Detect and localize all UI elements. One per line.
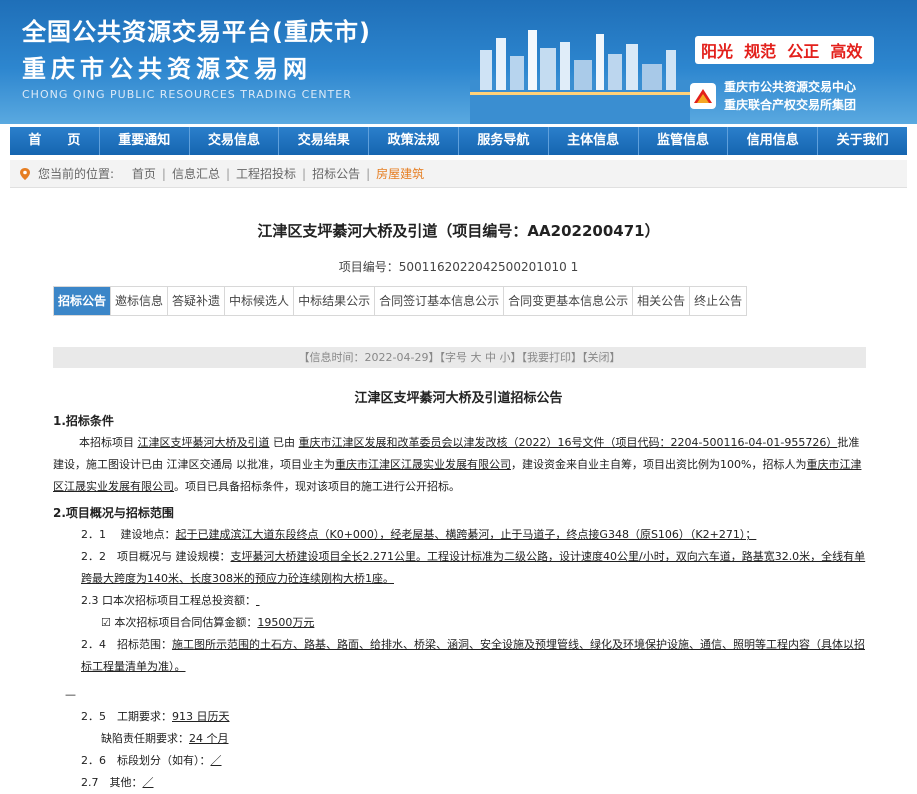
- text: ，建设资金来自业主自筹，项目出资比例为100%，招标人为: [511, 458, 807, 471]
- nav-services[interactable]: 服务导航: [459, 127, 549, 155]
- nav-home[interactable]: 首 页: [10, 127, 100, 155]
- approval-doc: 重庆市江津区发展和改革委员会以津发改核（2022）16号文件（项目代码：2204…: [298, 436, 838, 449]
- item-label: 2．6 标段划分（如有）：: [81, 754, 211, 767]
- breadcrumb-home[interactable]: 首页: [132, 167, 156, 181]
- tab-candidates[interactable]: 中标候选人: [225, 287, 295, 315]
- org-logo-icon: [690, 83, 716, 109]
- text: 本招标项目: [79, 436, 134, 449]
- info-bar: 【信息时间：2022-04-29】【字号 大 中 小】【我要打印】【关闭】: [53, 347, 866, 368]
- main-nav: 首 页 重要通知 交易信息 交易结果 政策法规 服务导航 主体信息 监管信息 信…: [10, 127, 907, 155]
- project-name: 江津区支坪綦河大桥及引道: [137, 436, 270, 449]
- article-title: 江津区支坪綦河大桥及引道（项目编号：AA202200471）: [257, 222, 660, 240]
- item-label: 2．2 项目概况与 建设规模：: [81, 550, 231, 563]
- tab-tender-notice[interactable]: 招标公告: [54, 287, 112, 315]
- nav-trade-results[interactable]: 交易结果: [279, 127, 370, 155]
- font-size-control[interactable]: 【字号 大 中 小】: [439, 351, 521, 364]
- breadcrumb-separator: |: [225, 167, 230, 181]
- breadcrumb-tender[interactable]: 招标公告: [312, 167, 360, 181]
- notice-title: 江津区支坪綦河大桥及引道招标公告: [354, 391, 563, 406]
- tab-termination[interactable]: 终止公告: [690, 287, 748, 315]
- notice-body: 1.招标条件 本招标项目 江津区支坪綦河大桥及引道 已由 重庆市江津区发展和改革…: [53, 410, 866, 794]
- item-label: 2.3 口本次招标项目工程总投资额：: [81, 594, 256, 607]
- defect-period: 24 个月: [189, 732, 229, 745]
- item-label: ☑ 本次招标项目合同估算金额：: [101, 616, 258, 629]
- breadcrumb-info[interactable]: 信息汇总: [172, 167, 220, 181]
- duration: 913 日历天: [172, 710, 230, 723]
- breadcrumb-separator: |: [161, 167, 166, 181]
- notice-tabs: 招标公告 邀标信息 答疑补遗 中标候选人 中标结果公示 合同签订基本信息公示 合…: [53, 286, 748, 316]
- print-link[interactable]: 【我要打印】: [521, 351, 582, 364]
- item-label: 2．1 建设地点：: [81, 528, 176, 541]
- tab-qa[interactable]: 答疑补遗: [168, 287, 226, 315]
- text: 已由: [273, 436, 295, 449]
- org-name: 重庆联合产权交易所集团: [724, 98, 857, 112]
- city-skyline-image: [470, 30, 690, 124]
- nav-supervision[interactable]: 监管信息: [639, 127, 729, 155]
- other: ／: [142, 776, 154, 789]
- construction-site: 起于已建成滨江大道东段终点（K0+000），经老屋基、横跨綦河，止于马道子，终点…: [175, 528, 757, 541]
- org-name: 重庆市公共资源交易中心: [724, 80, 857, 94]
- slogan-word: 高效: [830, 42, 863, 61]
- slogan-word: 阳光: [701, 42, 734, 61]
- site-header: 全国公共资源交易平台(重庆市) 重庆市公共资源交易网 CHONG QING PU…: [0, 0, 917, 124]
- section-heading: 2.项目概况与招标范围: [53, 506, 174, 520]
- nav-about[interactable]: 关于我们: [818, 127, 907, 155]
- breadcrumb-engineering[interactable]: 工程招投标: [236, 167, 296, 181]
- item-label: 2．4 招标范围：: [81, 638, 172, 651]
- dash-line: —: [65, 688, 76, 701]
- breadcrumb-current[interactable]: 房屋建筑: [376, 167, 424, 181]
- location-pin-icon: [20, 168, 30, 180]
- text: 。项目已具备招标条件，现对该项目的施工进行公开招标。: [174, 480, 460, 493]
- nav-policies[interactable]: 政策法规: [369, 127, 459, 155]
- nav-credit[interactable]: 信用信息: [728, 127, 819, 155]
- nav-entities[interactable]: 主体信息: [549, 127, 639, 155]
- breadcrumb-separator: |: [366, 167, 371, 181]
- project-code-label: 项目编号：: [338, 260, 399, 274]
- project-code: 项目编号：5001162022042500201010 1: [0, 258, 917, 275]
- section-heading: 1.招标条件: [53, 414, 114, 428]
- item-label: 2．5 工期要求：: [81, 710, 172, 723]
- breadcrumb-separator: |: [302, 167, 307, 181]
- slogan-word: 公正: [787, 42, 820, 61]
- tab-contract-signing[interactable]: 合同签订基本信息公示: [375, 287, 505, 315]
- lot-division: ／: [210, 754, 222, 767]
- tab-invitation[interactable]: 邀标信息: [111, 287, 169, 315]
- site-title: 重庆市公共资源交易网: [22, 55, 312, 83]
- tab-related[interactable]: 相关公告: [633, 287, 691, 315]
- info-time: 【信息时间：2022-04-29】: [298, 351, 440, 364]
- nav-notices[interactable]: 重要通知: [100, 127, 190, 155]
- close-link[interactable]: 【关闭】: [582, 351, 621, 364]
- site-title-english: CHONG QING PUBLIC RESOURCES TRADING CENT…: [22, 88, 352, 101]
- tab-award-result[interactable]: 中标结果公示: [294, 287, 376, 315]
- breadcrumb-prefix: 您当前的位置:: [38, 167, 115, 181]
- tab-contract-change[interactable]: 合同变更基本信息公示: [504, 287, 634, 315]
- slogan-word: 规范: [744, 42, 777, 61]
- item-label: 2.7 其他：: [81, 776, 143, 789]
- project-code-value: 5001162022042500201010 1: [398, 260, 579, 274]
- nav-trade-info[interactable]: 交易信息: [190, 127, 280, 155]
- org-block: 重庆市公共资源交易中心 重庆联合产权交易所集团: [688, 78, 856, 114]
- platform-title: 全国公共资源交易平台(重庆市): [22, 18, 371, 46]
- tender-scope: 施工图所示范围的土石方、路基、路面、给排水、桥梁、涵洞、安全设施及预埋管线、绿化…: [81, 638, 865, 673]
- project-owner: 重庆市江津区江晟实业发展有限公司: [335, 458, 511, 471]
- contract-estimate: 19500万元: [257, 616, 315, 629]
- breadcrumb: 您当前的位置: 首页 | 信息汇总 | 工程招投标 | 招标公告 | 房屋建筑: [10, 160, 907, 188]
- item-label: 缺陷责任期要求：: [101, 732, 189, 745]
- slogan: 阳光 规范 公正 高效: [695, 36, 875, 64]
- total-investment-blank: [256, 590, 352, 612]
